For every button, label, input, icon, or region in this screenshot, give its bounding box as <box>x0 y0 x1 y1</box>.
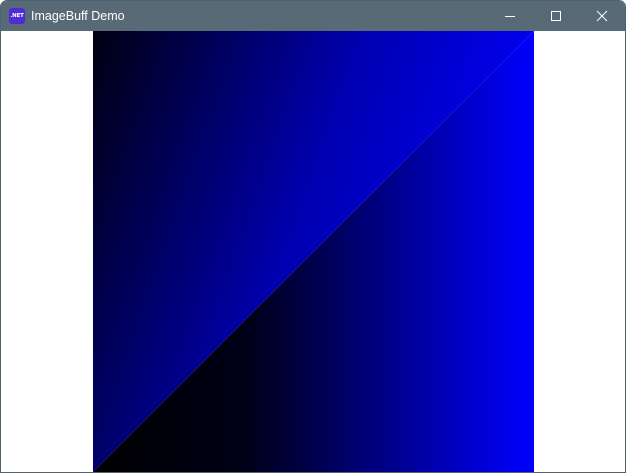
maximize-button[interactable] <box>533 1 579 31</box>
minimize-button[interactable] <box>487 1 533 31</box>
title-bar[interactable]: .NET ImageBuff Demo <box>1 1 625 31</box>
client-area <box>1 31 625 472</box>
close-icon <box>596 10 608 22</box>
minimize-icon <box>505 16 515 17</box>
close-button[interactable] <box>579 1 625 31</box>
app-window: .NET ImageBuff Demo <box>0 0 626 473</box>
dotnet-app-icon: .NET <box>9 8 25 24</box>
gradient-image-buffer <box>93 31 534 472</box>
maximize-icon <box>551 11 561 21</box>
window-title: ImageBuff Demo <box>31 9 125 23</box>
